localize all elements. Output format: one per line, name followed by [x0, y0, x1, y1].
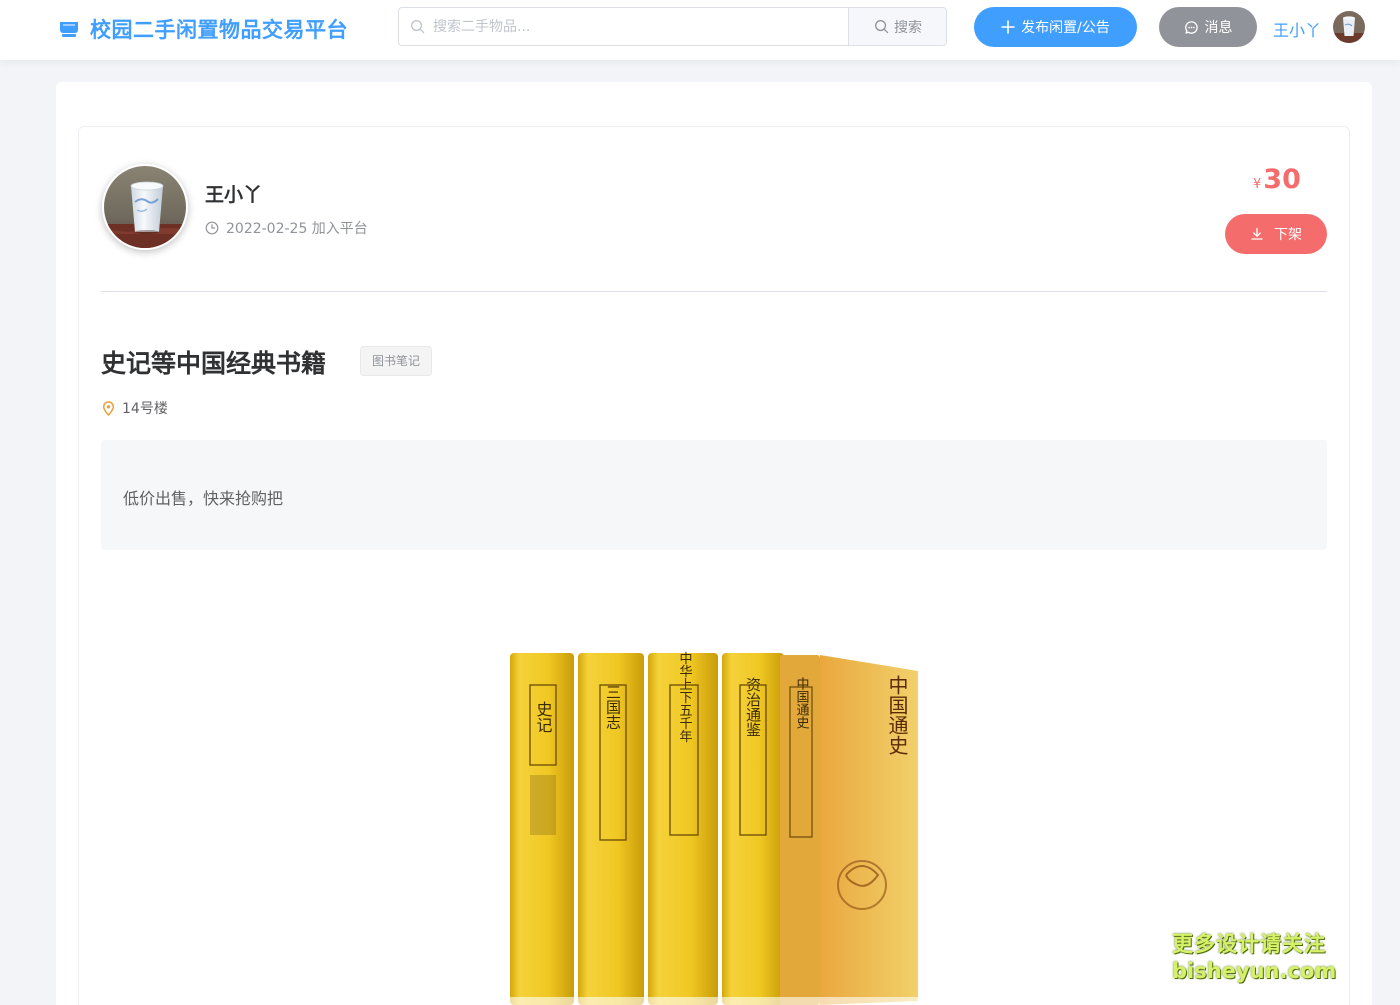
publish-button-label: 发布闲置/公告 [1021, 20, 1110, 36]
brand[interactable]: 校园二手闲置物品交易平台 [58, 14, 348, 44]
book-spine: 资治通鉴 [722, 653, 784, 1005]
watermark-line1: 更多设计请关注 [1172, 932, 1326, 956]
category-tag: 图书笔记 [360, 346, 433, 376]
location-pin-icon [102, 400, 115, 416]
book-front: 中国通史 中国通史 [780, 655, 918, 1005]
cup-avatar-image [104, 166, 186, 248]
message-button-label: 消息 [1204, 20, 1233, 36]
cup-avatar-image [1333, 11, 1365, 43]
seller-avatar[interactable] [102, 164, 188, 250]
book-title: 史记 [534, 701, 553, 733]
book-cover-title: 中国通史 [885, 675, 909, 755]
join-date-row: 2022-02-25 加入平台 [205, 218, 368, 238]
book-spine: 中华上下五千年 [648, 652, 718, 1005]
top-header: 校园二手闲置物品交易平台 搜索 发布闲置/公告 消息 [0, 0, 1400, 60]
brand-title: 校园二手闲置物品交易平台 [90, 18, 348, 42]
plus-icon [1001, 20, 1015, 34]
book-title: 三国志 [604, 685, 622, 730]
seller-name: 王小丫 [205, 184, 263, 206]
header-avatar[interactable] [1333, 11, 1365, 43]
product-image[interactable]: 史记 三国志 中华上下五千年 资治通鉴 中国通史 中国通史 [490, 595, 930, 1005]
price: ¥ 30 [1253, 164, 1301, 195]
book-title: 中国通史 [794, 677, 810, 730]
location-row: 14号楼 [102, 398, 168, 418]
price-value: 30 [1263, 164, 1301, 195]
chat-icon [1184, 20, 1198, 34]
publish-button[interactable]: 发布闲置/公告 [974, 7, 1137, 47]
search-box: 搜索 [398, 7, 947, 46]
description-box: 低价出售，快来抢购把 [101, 440, 1327, 550]
download-icon [1251, 227, 1263, 240]
search-icon [875, 20, 889, 34]
book-spine: 史记 [510, 653, 574, 1005]
search-button[interactable]: 搜索 [848, 8, 946, 45]
book-title: 中华上下五千年 [677, 652, 693, 743]
takedown-button-label: 下架 [1274, 227, 1302, 243]
location-text: 14号楼 [122, 401, 168, 417]
book-title: 资治通鉴 [744, 677, 762, 737]
item-title: 史记等中国经典书籍 [101, 349, 327, 378]
join-date: 2022-02-25 加入平台 [226, 221, 368, 237]
description-text: 低价出售，快来抢购把 [123, 489, 284, 508]
watermark: 更多设计请关注 bisheyun.com [1172, 928, 1337, 984]
book-spine: 三国志 [578, 653, 644, 1005]
watermark-line2: bisheyun.com [1172, 959, 1337, 983]
header-username[interactable]: 王小丫 [1273, 17, 1321, 41]
search-input[interactable] [399, 8, 848, 45]
clock-icon [205, 221, 219, 235]
takedown-button[interactable]: 下架 [1225, 214, 1327, 254]
search-button-label: 搜索 [894, 19, 922, 36]
price-symbol: ¥ [1253, 177, 1262, 192]
divider [101, 291, 1327, 292]
message-button[interactable]: 消息 [1159, 7, 1257, 47]
shop-icon [60, 22, 78, 37]
